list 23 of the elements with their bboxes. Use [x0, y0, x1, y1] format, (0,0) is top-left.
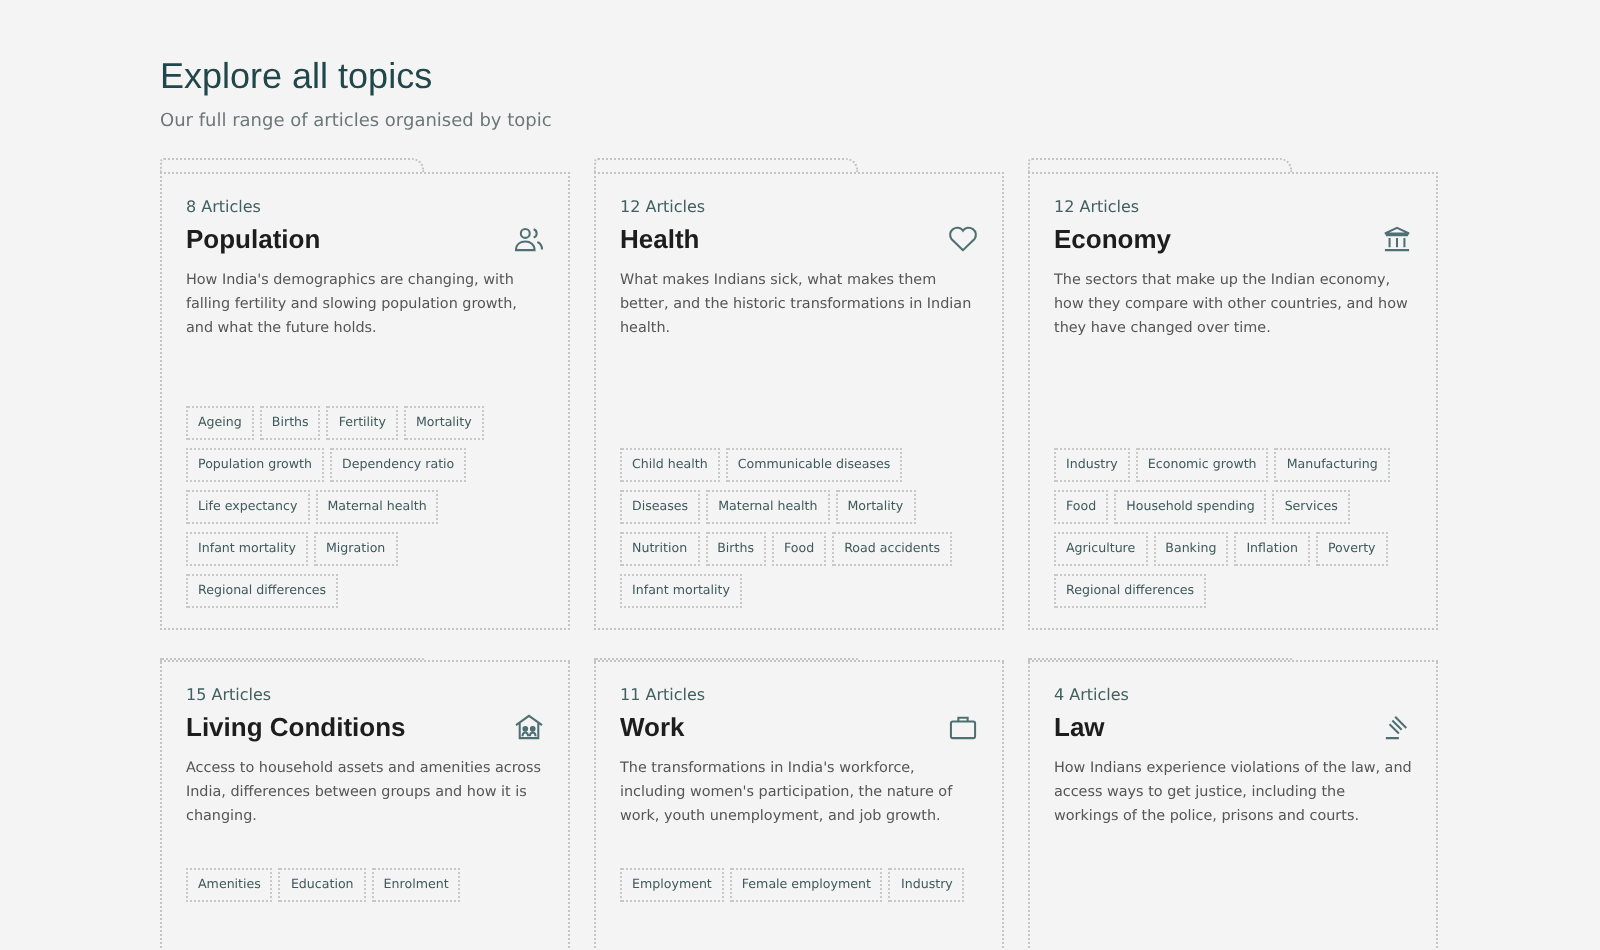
- topic-card[interactable]: [594, 158, 1004, 630]
- bank-icon: [1382, 226, 1412, 252]
- topic-card[interactable]: [160, 158, 570, 630]
- topic-title[interactable]: Work: [620, 712, 685, 742]
- article-count: 12 Articles: [620, 198, 708, 216]
- house-icon: [514, 714, 544, 740]
- topic-title[interactable]: Economy: [1054, 224, 1172, 254]
- article-count: 15 Articles: [186, 686, 274, 704]
- article-count: 11 Articles: [620, 686, 708, 704]
- topic-card[interactable]: [1028, 158, 1438, 630]
- topic-title[interactable]: Law: [1054, 712, 1105, 742]
- page-title: Explore all topics: [160, 54, 435, 100]
- heart-icon: [948, 226, 978, 252]
- page-subtitle: Our full range of articles organised by topic: [160, 112, 554, 132]
- article-count: 8 Articles: [186, 198, 263, 216]
- briefcase-icon: [948, 714, 978, 740]
- article-count: 4 Articles: [1054, 686, 1131, 704]
- topic-title[interactable]: Health: [620, 224, 700, 254]
- topic-title[interactable]: Population: [186, 224, 321, 254]
- people-icon: [514, 226, 544, 252]
- topic-title[interactable]: Living Conditions: [186, 712, 406, 742]
- gavel-icon: [1382, 714, 1412, 740]
- article-count: 12 Articles: [1054, 198, 1142, 216]
